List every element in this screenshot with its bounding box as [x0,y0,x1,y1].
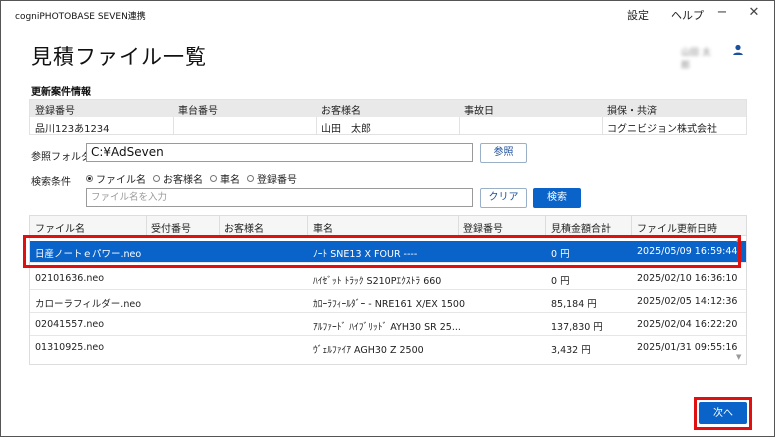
table-scrollbar[interactable]: ▲ ▼ [735,235,745,363]
radio-label-customer-name[interactable]: お客様名 [163,171,203,186]
page-title: 見積ファイル一覧 [31,45,207,69]
search-condition-label: 検索条件 [31,177,71,188]
column-filename[interactable]: ファイル名 [35,220,85,235]
app-title: cogniPHOTOBASE SEVEN連携 [15,12,146,22]
header-chassis-number: 車台番号 [178,106,218,117]
column-divider [545,216,546,236]
table-row[interactable]: 日産ノートｅパワー.neo ﾉｰﾄ SNE13 X FOUR ---- 0 円 … [30,241,746,263]
file-table: ファイル名 受付番号 お客様名 車名 登録番号 見積金額合計 ファイル更新日時 … [29,215,747,365]
cell-filename: 02041557.neo [35,319,105,330]
app-window: cogniPHOTOBASE SEVEN連携 設定 ヘルプ − ✕ 見積ファイル… [0,0,775,437]
column-divider [307,216,308,236]
close-button[interactable]: ✕ [743,5,765,20]
cell-car-name: ﾊｲｾﾞｯﾄ ﾄﾗｯｸ S210Pｴｸｽﾄﾗ 660 [313,276,442,287]
cell-updated-at: 2025/01/31 09:55:16 [637,342,738,353]
cell-filename: 01310925.neo [35,342,105,353]
search-option-group: ファイル名 お客様名 車名 登録番号 [86,171,304,186]
user-icon[interactable] [730,42,746,58]
browse-button[interactable]: 参照 [480,143,527,163]
column-divider [631,216,632,236]
scroll-up-icon[interactable]: ▲ [736,235,741,243]
cell-filename: 日産ノートｅパワー.neo [35,249,142,260]
table-row[interactable]: 01310925.neo ｳﾞｪﾙﾌｧｲｱ AGH30 Z 2500 3,432… [30,337,746,359]
cell-filename: 02101636.neo [35,273,105,284]
cell-estimate-total: 0 円 [551,276,570,287]
header-registration-number: 登録番号 [35,106,75,117]
radio-customer-name[interactable] [153,174,160,182]
table-row[interactable]: 02101636.neo ﾊｲｾﾞｯﾄ ﾄﾗｯｸ S210Pｴｸｽﾄﾗ 660 … [30,268,746,290]
cell-car-name: ｳﾞｪﾙﾌｧｲｱ AGH30 Z 2500 [313,345,424,356]
minimize-button[interactable]: − [711,5,733,20]
radio-label-registration-number[interactable]: 登録番号 [257,171,297,186]
scroll-down-icon[interactable]: ▼ [736,353,741,361]
radio-filename[interactable] [86,174,93,182]
cell-estimate-total: 137,830 円 [551,322,603,333]
cell-updated-at: 2025/02/04 16:22:20 [637,319,738,330]
column-reception-number[interactable]: 受付番号 [151,220,191,235]
divider [316,117,317,134]
divider [459,117,460,134]
cell-estimate-total: 0 円 [551,249,570,260]
column-updated-at[interactable]: ファイル更新日時 [637,220,717,235]
cell-filename: カローラフィルダー.neo [35,299,142,310]
divider [602,117,603,134]
table-row[interactable]: 02041557.neo ｱﾙﾌｧｰﾄﾞ ﾊｲﾌﾞﾘｯﾄﾞ AYH30 SR 2… [30,314,746,336]
folder-label: 参照フォルダ [31,152,91,163]
column-registration-number[interactable]: 登録番号 [463,220,503,235]
radio-label-car-name[interactable]: 車名 [220,171,240,186]
clear-button[interactable]: クリア [480,188,527,208]
next-button[interactable]: 次へ [699,402,747,424]
column-estimate-total[interactable]: 見積金額合計 [551,220,611,235]
divider [173,117,174,134]
title-bar: cogniPHOTOBASE SEVEN連携 設定 ヘルプ − ✕ [1,1,774,27]
header-accident-date: 事故日 [464,106,494,117]
column-divider [458,216,459,236]
cell-car-name: ﾉｰﾄ SNE13 X FOUR ---- [313,249,418,260]
cell-updated-at: 2025/02/10 16:36:10 [637,273,738,284]
table-header: ファイル名 受付番号 お客様名 車名 登録番号 見積金額合計 ファイル更新日時 [30,216,746,236]
folder-path-input[interactable]: C:¥AdSeven [86,143,473,162]
case-info-label: 更新案件情報 [31,87,91,98]
menu-settings[interactable]: 設定 [627,7,649,23]
cell-estimate-total: 85,184 円 [551,299,597,310]
search-button[interactable]: 検索 [533,188,581,208]
user-name: 山田 太郎 [681,48,711,71]
cell-car-name: ｶﾛｰﾗﾌｨｰﾙﾀﾞｰ - NRE161 X/EX 1500 [313,299,465,310]
column-divider [146,216,147,236]
table-row[interactable]: カローラフィルダー.neo ｶﾛｰﾗﾌｨｰﾙﾀﾞｰ - NRE161 X/EX … [30,291,746,313]
column-divider [219,216,220,236]
value-customer-name: 山田 太郎 [321,124,371,135]
cell-car-name: ｱﾙﾌｧｰﾄﾞ ﾊｲﾌﾞﾘｯﾄﾞ AYH30 SR 25... [313,322,461,333]
value-insurer: コグニビジョン株式会社 [607,124,717,135]
value-registration-number: 品川123あ1234 [35,124,110,135]
radio-car-name[interactable] [210,174,217,182]
radio-label-filename[interactable]: ファイル名 [96,171,146,186]
header-customer-name: お客様名 [321,106,361,117]
column-customer-name[interactable]: お客様名 [224,220,264,235]
radio-registration-number[interactable] [247,174,254,182]
column-car-name[interactable]: 車名 [313,220,333,235]
cell-estimate-total: 3,432 円 [551,345,591,356]
cell-updated-at: 2025/02/05 14:12:36 [637,296,738,307]
cell-updated-at: 2025/05/09 16:59:44 [637,246,738,257]
search-input[interactable]: ファイル名を入力 [86,188,473,207]
menu-help[interactable]: ヘルプ [671,7,704,23]
case-info-grid: 登録番号 車台番号 お客様名 事故日 損保・共済 品川123あ1234 山田 太… [29,99,747,135]
header-insurer: 損保・共済 [607,106,657,117]
